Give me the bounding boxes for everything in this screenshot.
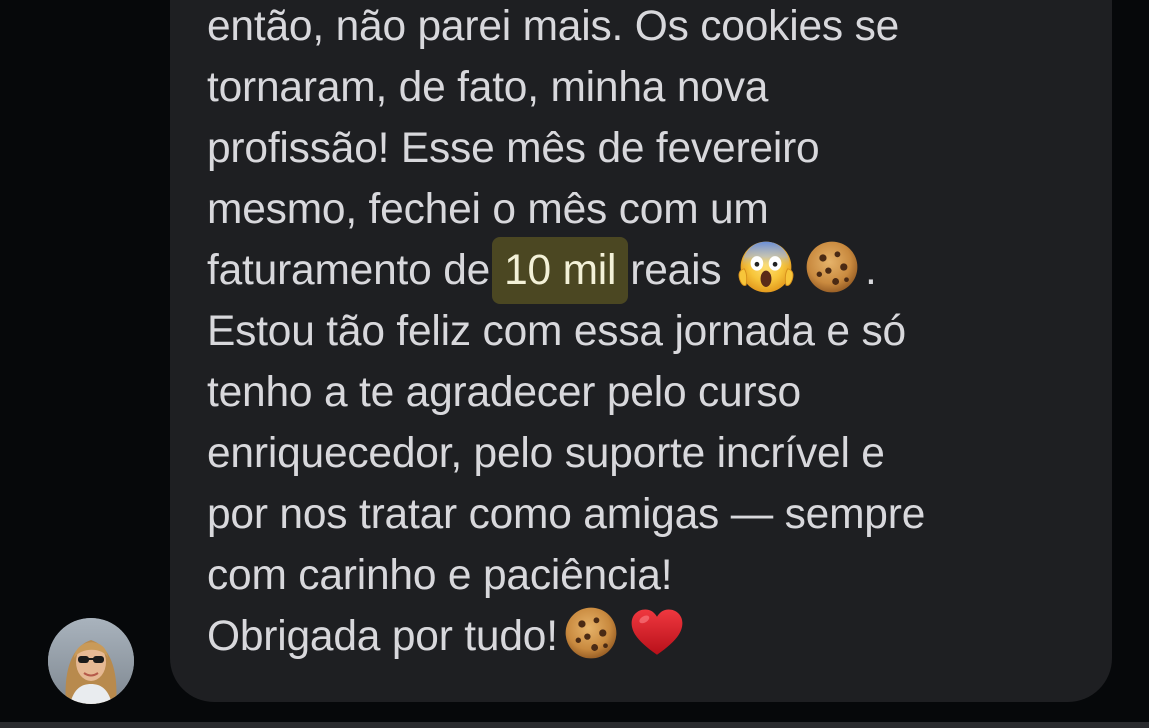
cookie-icon: [803, 238, 861, 296]
screaming-face-icon: [737, 238, 795, 296]
red-heart-icon: [628, 604, 686, 662]
message-line: tornaram, de fato, minha nova: [207, 64, 769, 111]
message-line: então, não parei mais. Os cookies se: [207, 3, 900, 50]
thanks-text: Obrigada por tudo!: [207, 613, 558, 660]
message-line: mesmo, fechei o mês com um: [207, 186, 769, 233]
highlighted-amount: 10 mil: [492, 237, 629, 304]
message-line: tenho a te agradecer pelo curso: [207, 369, 801, 416]
message-period: .: [865, 247, 877, 294]
message-line: enriquecedor, pelo suporte incrível e: [207, 430, 885, 477]
message-line-amount: faturamento de 10 mil reais .: [207, 237, 1097, 304]
message-line: por nos tratar como amigas — sempre: [207, 491, 926, 538]
chat-screen: então, não parei mais. Os cookies se tor…: [0, 0, 1149, 728]
message-line: com carinho e paciência!: [207, 552, 673, 599]
bottom-divider: [0, 722, 1149, 728]
cookie-icon: [562, 604, 620, 662]
message-line: profissão! Esse mês de fevereiro: [207, 125, 820, 172]
message-text-after-amount: reais: [630, 247, 722, 294]
sender-avatar[interactable]: [48, 618, 134, 704]
message-line-thanks: Obrigada por tudo!: [207, 606, 1097, 667]
message-text: então, não parei mais. Os cookies se tor…: [207, 0, 1097, 667]
message-line: Estou tão feliz com essa jornada e só: [207, 308, 906, 355]
message-text-before-amount: faturamento de: [207, 247, 491, 294]
